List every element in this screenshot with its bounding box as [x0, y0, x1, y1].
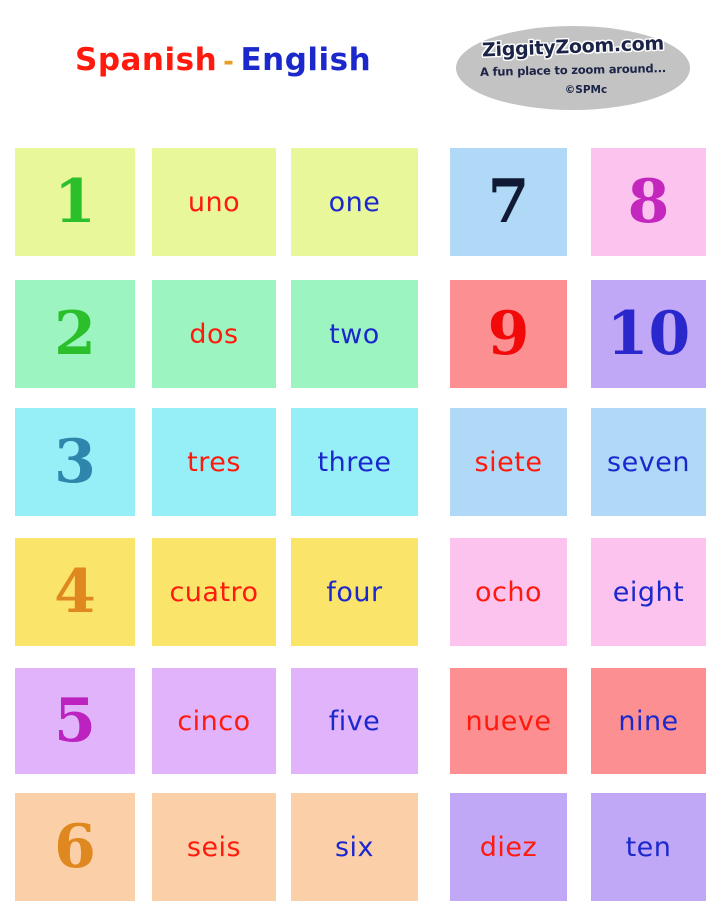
card-word: diez — [479, 831, 538, 863]
card-word: nine — [618, 705, 679, 737]
card-numeral: 1 — [54, 167, 96, 237]
number-card[interactable]: 8 — [591, 148, 706, 256]
card-numeral: 9 — [487, 299, 530, 369]
card-word: four — [326, 576, 383, 608]
number-card[interactable]: 7 — [450, 148, 567, 256]
card-numeral: 6 — [54, 812, 96, 882]
card-word: siete — [474, 446, 543, 478]
number-card[interactable]: three — [291, 408, 418, 516]
number-card[interactable]: four — [291, 538, 418, 646]
number-card[interactable]: 2 — [15, 280, 135, 388]
card-word: uno — [187, 186, 241, 218]
card-word: cuatro — [169, 576, 259, 608]
card-word: eight — [612, 576, 685, 608]
card-word: dos — [189, 318, 239, 350]
number-card[interactable]: dos — [152, 280, 276, 388]
card-word: six — [334, 831, 375, 863]
card-numeral: 10 — [606, 299, 691, 369]
card-word: ocho — [475, 576, 542, 608]
card-word: tres — [187, 446, 241, 478]
number-card[interactable]: 1 — [15, 148, 135, 256]
number-card[interactable]: 3 — [15, 408, 135, 516]
number-card[interactable]: nine — [591, 668, 706, 774]
number-card[interactable]: 5 — [15, 668, 135, 774]
card-word: five — [328, 705, 381, 737]
card-numeral: 8 — [627, 167, 670, 237]
page-title-spanish: Spanish — [75, 42, 218, 78]
card-numeral: 7 — [487, 167, 530, 237]
number-card[interactable]: six — [291, 793, 418, 901]
number-card[interactable]: eight — [591, 538, 706, 646]
number-card[interactable]: siete — [450, 408, 567, 516]
card-word: nueve — [465, 705, 552, 737]
number-card[interactable]: 6 — [15, 793, 135, 901]
number-card[interactable]: cinco — [152, 668, 276, 774]
ziggityzoom-logo[interactable]: ZiggityZoom.com A fun place to zoom arou… — [456, 26, 690, 110]
number-card-grid: 1 uno one 7 8 2 dos two 9 10 3 tres three siete seven 4… — [0, 140, 720, 920]
number-card[interactable]: five — [291, 668, 418, 774]
logo-copyright: ©SPMc — [564, 84, 608, 96]
number-card[interactable]: 9 — [450, 280, 567, 388]
number-card[interactable]: seven — [591, 408, 706, 516]
number-card[interactable]: two — [291, 280, 418, 388]
number-card[interactable]: ocho — [450, 538, 567, 646]
card-word: seis — [186, 831, 242, 863]
number-card[interactable]: ten — [591, 793, 706, 901]
card-word: one — [328, 186, 381, 218]
number-card[interactable]: 10 — [591, 280, 706, 388]
number-card[interactable]: diez — [450, 793, 567, 901]
card-word: ten — [625, 831, 672, 863]
page-header: Spanish - English ZiggityZoom.com A fun pl… — [0, 0, 720, 140]
logo-brand-name: ZiggityZoom.com — [481, 32, 665, 62]
page-title: Spanish - English — [75, 42, 371, 78]
card-word: seven — [607, 446, 690, 478]
number-card[interactable]: one — [291, 148, 418, 256]
number-card[interactable]: uno — [152, 148, 276, 256]
number-card[interactable]: cuatro — [152, 538, 276, 646]
card-numeral: 5 — [54, 686, 96, 756]
card-word: three — [317, 446, 392, 478]
page-title-english: English — [240, 42, 372, 78]
logo-tagline: A fun place to zoom around... — [479, 61, 667, 79]
card-numeral: 2 — [54, 299, 96, 369]
card-numeral: 4 — [54, 557, 96, 627]
card-word: cinco — [177, 705, 251, 737]
card-numeral: 3 — [54, 427, 96, 497]
page-title-dash: - — [223, 47, 235, 77]
number-card[interactable]: nueve — [450, 668, 567, 774]
number-card[interactable]: tres — [152, 408, 276, 516]
card-word: two — [329, 318, 380, 350]
number-card[interactable]: seis — [152, 793, 276, 901]
number-card[interactable]: 4 — [15, 538, 135, 646]
